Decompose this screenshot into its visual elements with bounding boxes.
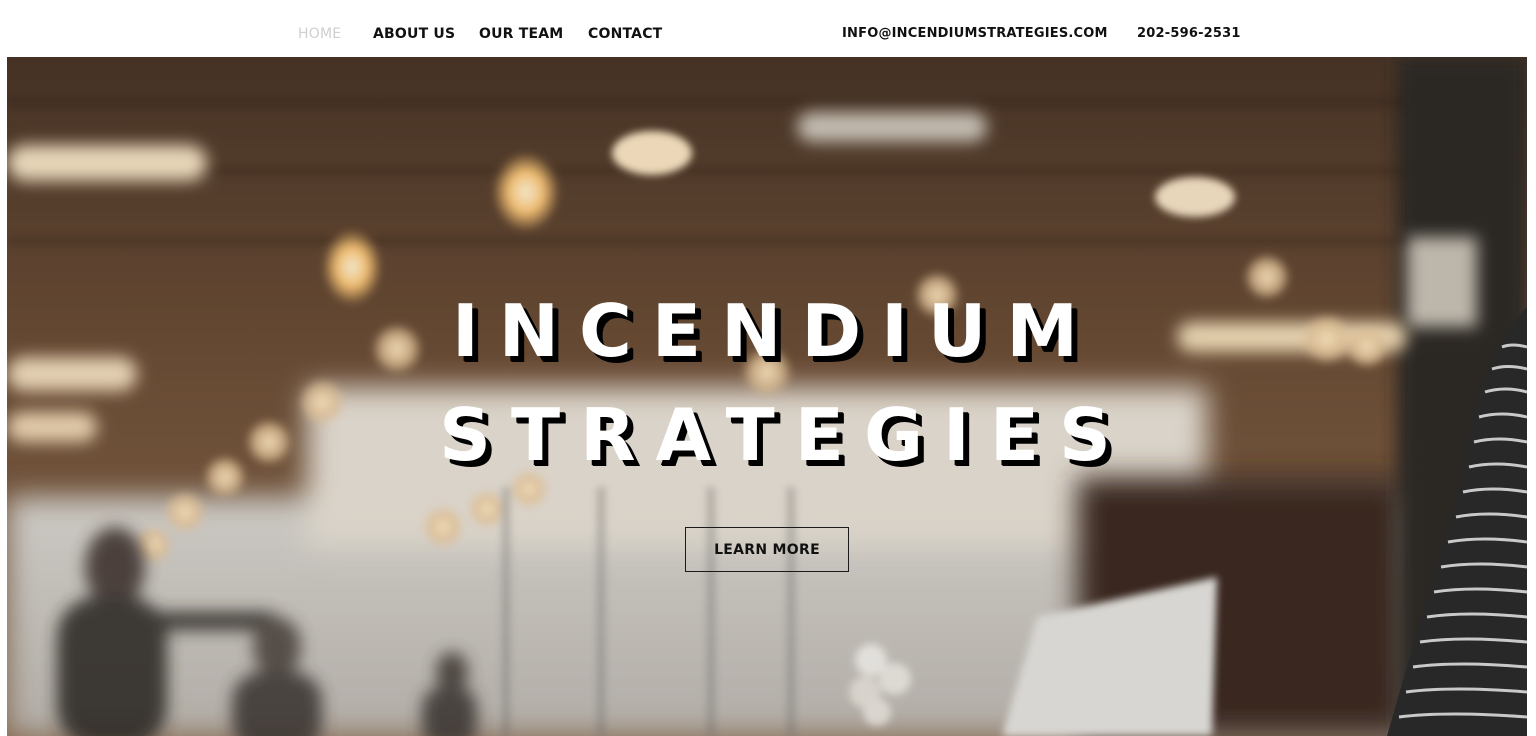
nav-contact-link[interactable]: CONTACT [588, 26, 662, 42]
nav-home-link[interactable]: HOME [298, 26, 341, 42]
nav-about-us-link[interactable]: ABOUT US [373, 26, 455, 42]
learn-more-button[interactable]: LEARN MORE [685, 527, 849, 572]
hero-title-line-2: STRATEGIES [439, 393, 1131, 477]
hero-title-line-1: INCENDIUM [452, 289, 1098, 373]
nav-our-team-link[interactable]: OUR TEAM [479, 26, 563, 42]
learn-more-label: LEARN MORE [714, 541, 820, 558]
top-navigation-bar: HOME ABOUT US OUR TEAM CONTACT INFO@INCE… [0, 0, 1536, 57]
email-link[interactable]: INFO@INCENDIUMSTRATEGIES.COM [842, 26, 1108, 41]
phone-link[interactable]: 202-596-2531 [1137, 26, 1241, 41]
hero-section: INCENDIUM STRATEGIES LEARN MORE [7, 57, 1527, 736]
